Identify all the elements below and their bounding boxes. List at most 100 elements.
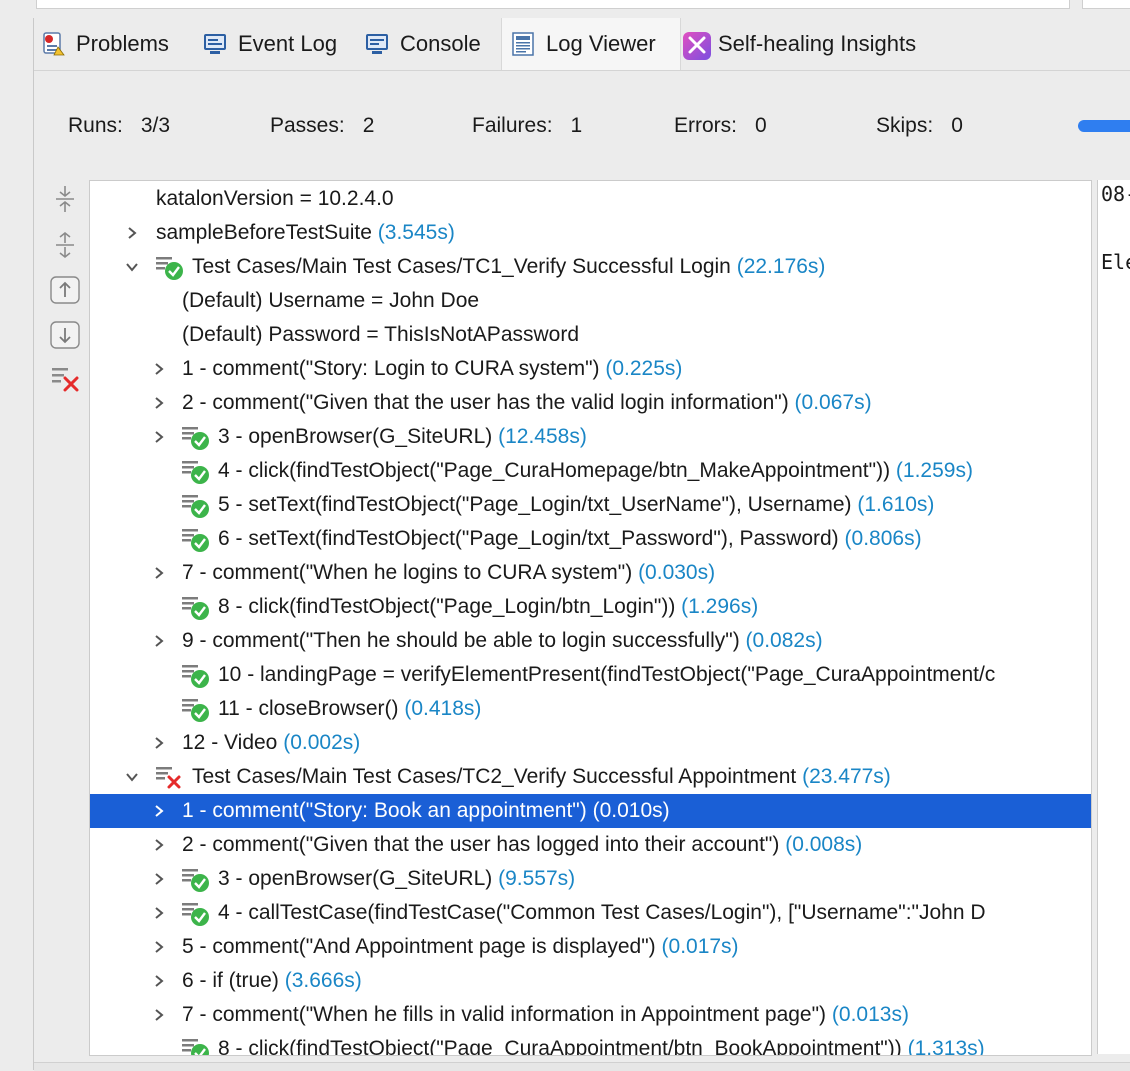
row-text: 8 - click(findTestObject("Page_Login/btn… [218, 595, 676, 618]
row-text: (Default) Username = John Doe [182, 289, 480, 312]
chevron-right-icon[interactable] [149, 556, 169, 590]
row-duration: (0.008s) [785, 833, 863, 856]
tree-row[interactable]: 9 - comment("Then he should be able to l… [90, 624, 1091, 658]
tree-row[interactable]: 5 - comment("And Appointment page is dis… [90, 930, 1091, 964]
chevron-right-icon[interactable] [149, 420, 169, 454]
chevron-right-icon[interactable] [149, 726, 169, 760]
row-duration: (1.313s) [907, 1037, 985, 1056]
row-text: 12 - Video [182, 731, 278, 754]
chevron-right-icon[interactable] [149, 930, 169, 964]
tree-row-label: 6 - if (true) (3.666s) [182, 964, 362, 998]
show-failures-only-button[interactable] [50, 365, 80, 393]
step-passed-icon [180, 527, 210, 553]
tree-row[interactable]: 1 - comment("Story: Login to CURA system… [90, 352, 1091, 386]
tab-console[interactable]: Console [364, 18, 481, 70]
chevron-right-icon[interactable] [149, 862, 169, 896]
tree-row[interactable]: 3 - openBrowser(G_SiteURL) (12.458s) [90, 420, 1091, 454]
tab-event-log[interactable]: Event Log [202, 18, 337, 70]
row-text: 3 - openBrowser(G_SiteURL) [218, 425, 493, 448]
step-passed-icon [180, 663, 210, 689]
row-duration: (0.806s) [844, 527, 922, 550]
side-pane-edge [1082, 0, 1130, 9]
view-tab-bar: Problems Event Log Console Log Viewer Se… [34, 18, 1130, 71]
tree-row-label: (Default) Username = John Doe [182, 284, 479, 318]
chevron-right-icon[interactable] [149, 624, 169, 658]
tab-problems[interactable]: Problems [40, 18, 169, 70]
chevron-right-icon[interactable] [149, 896, 169, 930]
tree-row-label: 1 - comment("Story: Book an appointment"… [182, 794, 670, 828]
row-text: 7 - comment("When he logins to CURA syst… [182, 561, 633, 584]
tab-label: Event Log [238, 31, 338, 56]
tree-row[interactable]: 12 - Video (0.002s) [90, 726, 1091, 760]
collapse-all-icon [56, 186, 74, 212]
tree-row[interactable]: 7 - comment("When he fills in valid info… [90, 998, 1091, 1032]
row-text: 10 - landingPage = verifyElementPresent(… [218, 663, 996, 686]
tab-label: Log Viewer [546, 31, 656, 56]
tree-row-label: Test Cases/Main Test Cases/TC2_Verify Su… [192, 760, 891, 794]
row-duration: (0.017s) [661, 935, 739, 958]
run-summary: Runs: 3/3 Passes: 2 Failures: 1 Errors: 0 Sk… [68, 110, 1048, 144]
step-passed-icon [180, 901, 210, 927]
expand-all-icon [56, 231, 74, 259]
chevron-right-icon[interactable] [149, 352, 169, 386]
row-duration: (12.458s) [498, 425, 587, 448]
tab-log-viewer[interactable]: Log Viewer [501, 18, 681, 70]
log-tree[interactable]: katalonVersion = 10.2.4.0 sampleBeforeTes… [89, 180, 1092, 1056]
tree-row[interactable]: Test Cases/Main Test Cases/TC2_Verify Su… [90, 760, 1091, 794]
row-duration: (3.545s) [377, 221, 455, 244]
chevron-right-icon[interactable] [149, 794, 169, 828]
chevron-right-icon[interactable] [122, 216, 142, 250]
row-text: 6 - if (true) [182, 969, 279, 992]
chevron-right-icon[interactable] [149, 964, 169, 998]
tree-row[interactable]: 2 - comment("Given that the user has log… [90, 828, 1091, 862]
tree-row[interactable]: 1 - comment("Story: Book an appointment"… [90, 794, 1091, 828]
tree-row[interactable]: 3 - openBrowser(G_SiteURL) (9.557s) [90, 862, 1091, 896]
row-text: Test Cases/Main Test Cases/TC1_Verify Su… [192, 255, 731, 278]
tree-row-label: katalonVersion = 10.2.4.0 [156, 182, 394, 216]
tree-row[interactable]: 6 - setText(findTestObject("Page_Login/t… [90, 522, 1091, 556]
tree-row[interactable]: (Default) Password = ThisIsNotAPassword [90, 318, 1091, 352]
tree-row[interactable]: 2 - comment("Given that the user has the… [90, 386, 1091, 420]
row-text: 6 - setText(findTestObject("Page_Login/t… [218, 527, 839, 550]
tree-row-label: 8 - click(findTestObject("Page_CuraAppoi… [218, 1032, 985, 1056]
tab-label: Problems [76, 31, 169, 56]
tree-row[interactable]: 11 - closeBrowser() (0.418s) [90, 692, 1091, 726]
tree-row[interactable]: 8 - click(findTestObject("Page_Login/btn… [90, 590, 1091, 624]
tab-self-healing-insights[interactable]: Self-healing Insights [682, 18, 916, 70]
tree-row[interactable]: 10 - landingPage = verifyElementPresent(… [90, 658, 1091, 692]
chevron-right-icon[interactable] [149, 828, 169, 862]
collapse-all-button[interactable] [50, 185, 80, 213]
tree-row[interactable]: 4 - click(findTestObject("Page_CuraHomep… [90, 454, 1091, 488]
chevron-right-icon[interactable] [149, 386, 169, 420]
row-duration: (1.610s) [857, 493, 935, 516]
chevron-right-icon[interactable] [149, 998, 169, 1032]
row-duration: (0.225s) [605, 357, 683, 380]
tree-row[interactable]: 4 - callTestCase(findTestCase("Common Te… [90, 896, 1091, 930]
row-text: 8 - click(findTestObject("Page_CuraAppoi… [218, 1037, 902, 1056]
row-text: (Default) Password = ThisIsNotAPassword [182, 323, 580, 346]
expand-all-button[interactable] [50, 231, 80, 259]
chevron-down-icon[interactable] [122, 760, 142, 794]
previous-failure-button[interactable] [50, 276, 80, 304]
step-passed-icon [180, 459, 210, 485]
tree-row-label: 9 - comment("Then he should be able to l… [182, 624, 823, 658]
row-text: 4 - callTestCase(findTestCase("Common Te… [218, 901, 986, 924]
row-text: 2 - comment("Given that the user has the… [182, 391, 789, 414]
row-text: sampleBeforeTestSuite [156, 221, 372, 244]
tree-row[interactable]: 5 - setText(findTestObject("Page_Login/t… [90, 488, 1091, 522]
problems-icon [40, 31, 66, 57]
row-duration: (0.067s) [794, 391, 872, 414]
chevron-down-icon[interactable] [122, 250, 142, 284]
tree-row[interactable]: Test Cases/Main Test Cases/TC1_Verify Su… [90, 250, 1091, 284]
tree-row[interactable]: (Default) Username = John Doe [90, 284, 1091, 318]
tree-row[interactable]: 6 - if (true) (3.666s) [90, 964, 1091, 998]
row-text: 1 - comment("Story: Login to CURA system… [182, 357, 600, 380]
next-failure-button[interactable] [50, 321, 80, 349]
tree-row[interactable]: 7 - comment("When he logins to CURA syst… [90, 556, 1091, 590]
tree-row[interactable]: sampleBeforeTestSuite (3.545s) [90, 216, 1091, 250]
tree-row-label: 4 - callTestCase(findTestCase("Common Te… [218, 896, 986, 930]
tree-row[interactable]: katalonVersion = 10.2.4.0 [90, 182, 1091, 216]
passes-stat: Passes: 2 [270, 114, 374, 138]
tree-row[interactable]: 8 - click(findTestObject("Page_CuraAppoi… [90, 1032, 1091, 1056]
row-text: 3 - openBrowser(G_SiteURL) [218, 867, 493, 890]
